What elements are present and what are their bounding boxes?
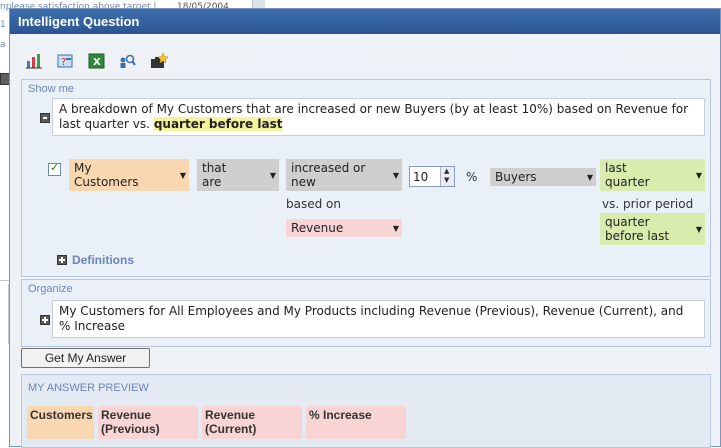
verb-dropdown[interactable]: that are ▼: [197, 159, 279, 191]
compare-period-value: quarter before last: [605, 215, 670, 243]
threshold-value[interactable]: 10: [413, 170, 428, 184]
excel-icon[interactable]: X: [87, 52, 106, 70]
show-me-panel: Show me A breakdown of My Customers that…: [21, 79, 711, 277]
threshold-stepper[interactable]: 10 ▲ ▼: [409, 166, 455, 187]
chevron-down-icon: ▼: [179, 171, 186, 180]
question-sentence: A breakdown of My Customers that are inc…: [52, 98, 705, 136]
collapse-icon[interactable]: [40, 113, 50, 123]
chevron-down-icon: ▼: [392, 224, 399, 233]
answer-preview-panel: MY ANSWER PREVIEW Customers Revenue (Pre…: [21, 374, 711, 448]
search-people-icon[interactable]: [118, 52, 137, 70]
organize-panel: Organize My Customers for All Employees …: [21, 279, 711, 347]
chart-icon[interactable]: [25, 52, 44, 70]
percent-sign: %: [466, 170, 478, 184]
question-icon[interactable]: ?: [56, 52, 75, 70]
measure-value: Revenue: [291, 221, 344, 235]
intelligent-question-dialog: Intelligent Question ? X Show me A break…: [9, 8, 721, 448]
subject-value: My Customers: [74, 161, 139, 189]
include-checkbox[interactable]: [48, 161, 61, 176]
organize-sentence: My Customers for All Employees and My Pr…: [52, 300, 705, 338]
chevron-down-icon: ▼: [392, 171, 399, 180]
measure-dropdown[interactable]: Revenue ▼: [286, 219, 402, 237]
role-dropdown[interactable]: Buyers ▼: [490, 168, 596, 186]
preview-column: Revenue (Current): [202, 406, 302, 439]
preview-column: Customers: [27, 406, 94, 439]
svg-text:X: X: [93, 57, 101, 68]
preview-columns: Customers Revenue (Previous) Revenue (Cu…: [27, 406, 406, 439]
organize-label: Organize: [28, 283, 73, 295]
stepper-buttons[interactable]: ▲ ▼: [440, 167, 454, 186]
based-on-label: based on: [286, 197, 341, 211]
condition-value: increased or new: [291, 161, 366, 189]
arrow-up-icon[interactable]: ▲: [444, 167, 449, 175]
role-value: Buyers: [495, 170, 537, 184]
compare-period-dropdown[interactable]: quarter before last ▼: [600, 213, 705, 245]
expand-icon[interactable]: [40, 315, 50, 325]
period-dropdown[interactable]: last quarter ▼: [600, 159, 705, 191]
expand-icon[interactable]: [57, 255, 67, 265]
toolbar: ? X: [25, 52, 169, 72]
verb-value: that are: [202, 161, 227, 189]
chevron-down-icon: ▼: [269, 171, 276, 180]
vs-prior-label: vs. prior period: [602, 197, 694, 211]
preview-title: MY ANSWER PREVIEW: [28, 382, 149, 394]
sentence-highlight[interactable]: quarter before last: [153, 117, 283, 131]
period-value: last quarter: [605, 161, 650, 189]
dialog-title[interactable]: Intelligent Question: [10, 9, 720, 34]
chevron-down-icon: ▼: [695, 225, 702, 234]
preview-column: % Increase: [306, 406, 406, 439]
definitions-link[interactable]: Definitions: [72, 253, 134, 267]
briefcase-star-icon[interactable]: [149, 52, 169, 70]
show-me-label: Show me: [28, 83, 74, 95]
chevron-down-icon: ▼: [695, 171, 702, 180]
chevron-down-icon: ▼: [586, 173, 593, 182]
condition-dropdown[interactable]: increased or new ▼: [286, 159, 402, 191]
arrow-down-icon[interactable]: ▼: [444, 176, 449, 184]
get-my-answer-button[interactable]: Get My Answer: [21, 348, 150, 368]
background-divider: [0, 280, 9, 281]
svg-text:?: ?: [61, 57, 66, 68]
subject-dropdown[interactable]: My Customers ▼: [69, 159, 189, 191]
preview-column: Revenue (Previous): [98, 406, 198, 439]
